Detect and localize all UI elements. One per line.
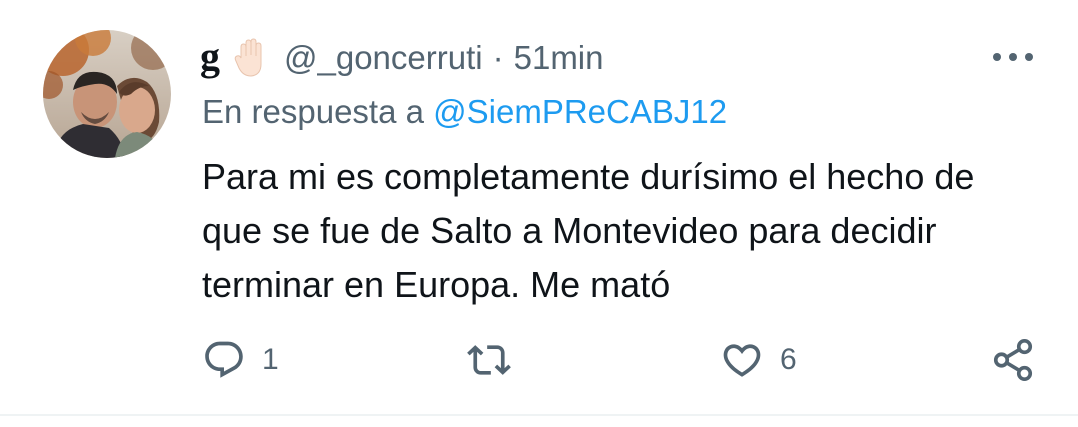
tweet-header: g @_goncerruti · 51min	[200, 33, 604, 80]
tweet-card[interactable]: g @_goncerruti · 51min En respuesta a @S…	[0, 0, 1078, 414]
retweet-button[interactable]	[466, 335, 528, 385]
reply-prefix: En respuesta a	[202, 93, 424, 130]
reply-target-link[interactable]: @SiemPReCABJ12	[433, 93, 727, 130]
reply-icon	[205, 341, 243, 378]
more-options-button[interactable]	[990, 46, 1036, 68]
avatar-photo	[43, 30, 171, 158]
author-handle[interactable]: @_goncerruti	[284, 39, 483, 77]
more-horizontal-icon-dot	[1009, 53, 1017, 61]
more-horizontal-icon-dot	[1025, 53, 1033, 61]
separator-dot: ·	[492, 39, 504, 76]
raised-hand-emoji	[234, 38, 262, 77]
avatar[interactable]	[43, 30, 171, 158]
display-name[interactable]: g	[200, 33, 220, 80]
share-button[interactable]	[990, 335, 1036, 385]
tweet-text: Para mi es completamente durísimo el hec…	[202, 156, 975, 305]
more-horizontal-icon	[993, 53, 1001, 61]
reply-count: 1	[262, 343, 279, 376]
share-icon	[993, 339, 1033, 381]
reply-button[interactable]: 1	[202, 335, 279, 385]
retweet-icon	[467, 345, 511, 375]
tweet-divider	[0, 414, 1078, 416]
reply-context: En respuesta a @SiemPReCABJ12	[202, 93, 727, 131]
heart-icon	[723, 344, 761, 377]
like-count: 6	[780, 343, 797, 376]
tweet-timestamp[interactable]: 51min	[514, 39, 604, 77]
like-button[interactable]: 6	[720, 335, 797, 385]
